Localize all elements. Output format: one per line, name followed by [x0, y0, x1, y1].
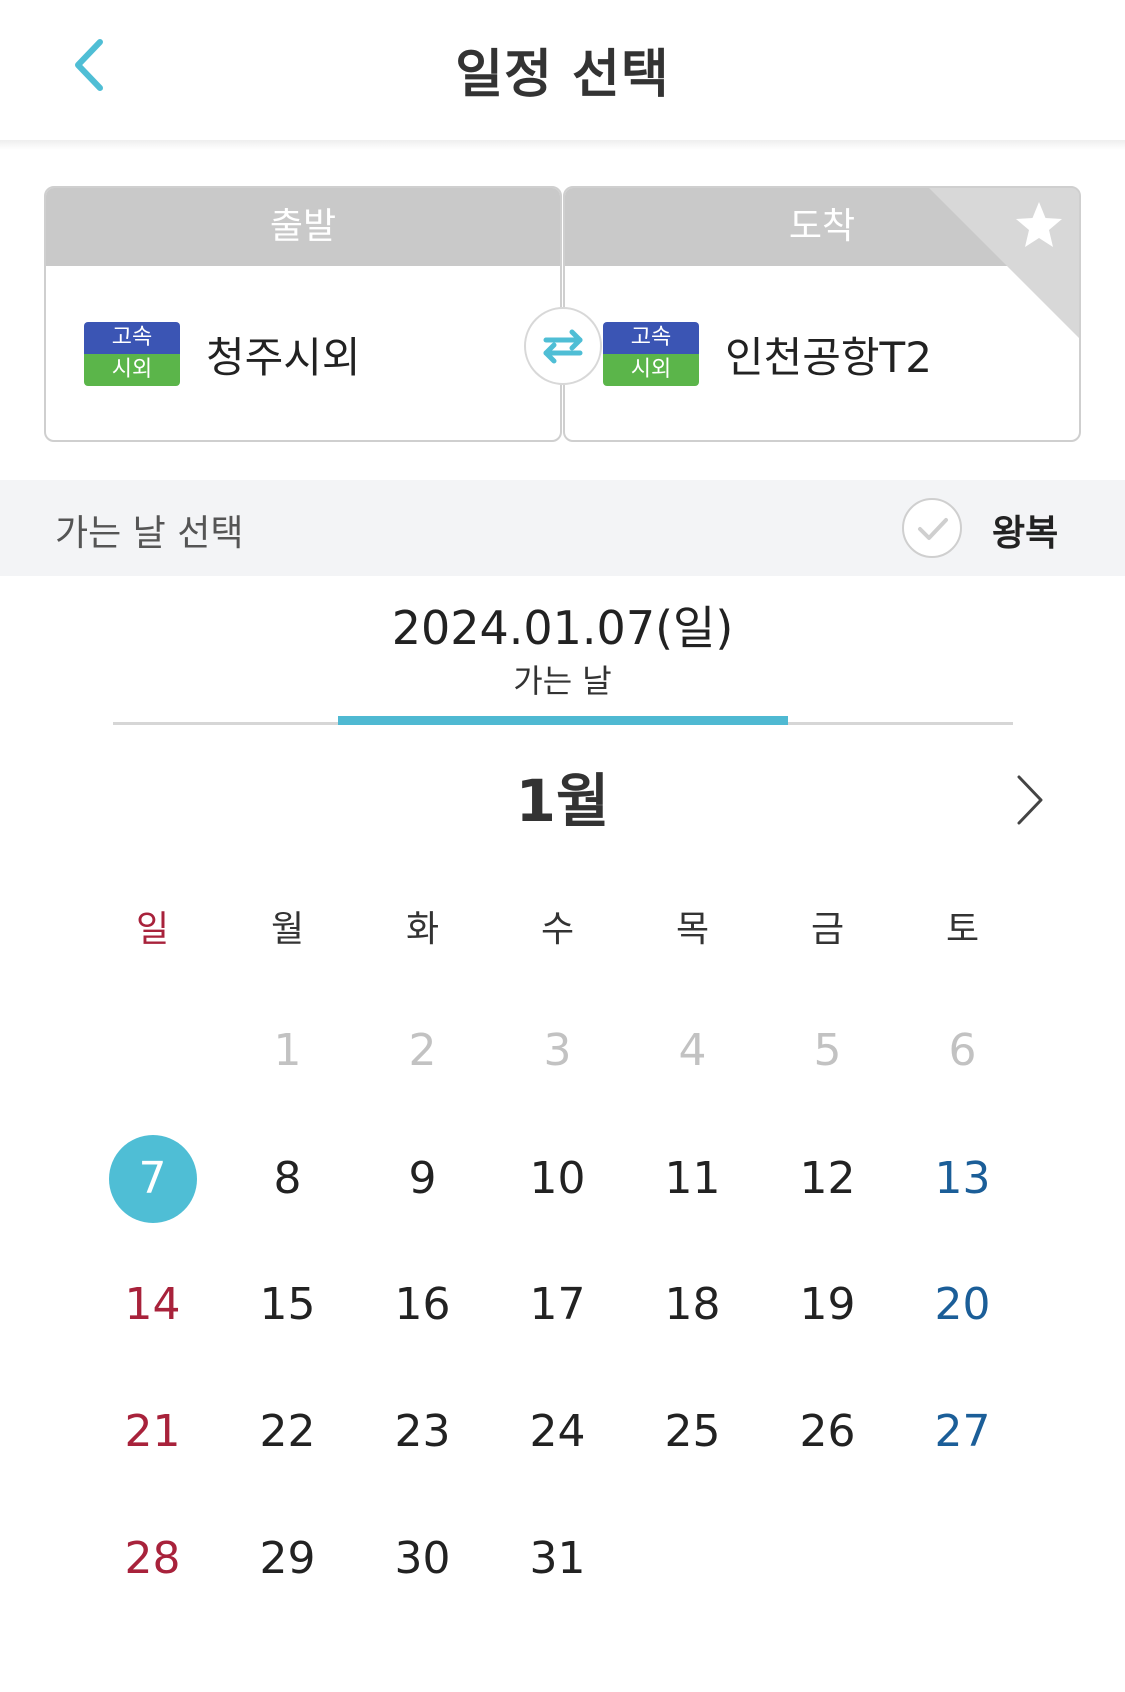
calendar-day[interactable]: 30 — [355, 1514, 490, 1604]
badge-intercity-label: 시외 — [603, 354, 699, 386]
badge-express-label: 고속 — [84, 322, 180, 354]
section-label: 가는 날 선택 — [55, 513, 244, 554]
calendar-day[interactable]: 20 — [895, 1260, 1030, 1350]
calendar-day[interactable]: 27 — [895, 1387, 1030, 1477]
weekday-sun: 일 — [135, 909, 170, 950]
selected-date-caption: 가는 날 — [513, 662, 612, 700]
swap-route-button[interactable] — [524, 307, 602, 385]
calendar-day[interactable]: 23 — [355, 1387, 490, 1477]
round-trip-label[interactable]: 왕복 — [992, 504, 1058, 556]
departure-type-badge: 고속 시외 — [84, 322, 180, 386]
calendar-day[interactable]: 24 — [490, 1387, 625, 1477]
arrival-type-badge: 고속 시외 — [603, 322, 699, 386]
weekday-mon: 월 — [270, 909, 305, 950]
star-icon[interactable] — [1011, 198, 1067, 254]
weekday-thu: 목 — [675, 909, 710, 950]
calendar-day[interactable]: 25 — [625, 1387, 760, 1477]
arrival-terminal: 인천공항T2 — [725, 333, 932, 382]
round-trip-checkbox[interactable] — [902, 498, 962, 558]
calendar-day[interactable]: 12 — [760, 1134, 895, 1224]
top-app-bar: 일정 선택 — [0, 0, 1125, 140]
weekday-sat: 토 — [945, 909, 980, 950]
calendar-day[interactable]: 21 — [85, 1387, 220, 1477]
weekday-wed: 수 — [540, 909, 575, 950]
month-title: 1월 — [515, 767, 610, 835]
calendar-day: 5 — [813, 1025, 842, 1076]
weekday-fri: 금 — [810, 909, 845, 950]
date-tab-indicator — [338, 716, 788, 725]
calendar-day-selected[interactable]: 7 — [85, 1134, 220, 1224]
calendar-day[interactable]: 10 — [490, 1134, 625, 1224]
calendar-day[interactable]: 31 — [490, 1514, 625, 1604]
calendar-day[interactable]: 22 — [220, 1387, 355, 1477]
calendar-day[interactable]: 19 — [760, 1260, 895, 1350]
calendar-day: 1 — [273, 1025, 302, 1076]
next-month-button[interactable] — [1005, 765, 1055, 835]
calendar-day: 2 — [408, 1025, 437, 1076]
departure-card[interactable]: 출발 고속 시외 청주시외 — [44, 186, 562, 442]
swap-arrows-icon — [543, 329, 583, 364]
calendar-day: 3 — [543, 1025, 572, 1076]
page-title: 일정 선택 — [455, 45, 670, 105]
calendar-day: 4 — [678, 1025, 707, 1076]
check-icon — [918, 518, 948, 540]
chevron-right-icon — [1017, 775, 1043, 825]
calendar-day[interactable]: 26 — [760, 1387, 895, 1477]
weekday-tue: 화 — [405, 909, 440, 950]
calendar-day[interactable]: 28 — [85, 1514, 220, 1604]
calendar-day[interactable]: 17 — [490, 1260, 625, 1350]
calendar-day[interactable]: 15 — [220, 1260, 355, 1350]
calendar-day[interactable]: 13 — [895, 1134, 1030, 1224]
header-divider — [0, 140, 1125, 150]
calendar-day[interactable]: 9 — [355, 1134, 490, 1224]
calendar-day[interactable]: 8 — [220, 1134, 355, 1224]
selected-date: 2024.01.07(일) — [391, 601, 734, 655]
calendar-day[interactable]: 29 — [220, 1514, 355, 1604]
calendar-day[interactable]: 14 — [85, 1260, 220, 1350]
badge-express-label: 고속 — [603, 322, 699, 354]
departure-label: 출발 — [46, 188, 560, 266]
calendar-day: 6 — [948, 1025, 977, 1076]
calendar-day[interactable]: 18 — [625, 1260, 760, 1350]
badge-intercity-label: 시외 — [84, 354, 180, 386]
calendar-day[interactable]: 11 — [625, 1134, 760, 1224]
departure-terminal: 청주시외 — [206, 333, 361, 382]
date-selection-bar: 가는 날 선택 왕복 — [0, 480, 1125, 576]
calendar-day[interactable]: 16 — [355, 1260, 490, 1350]
arrival-card[interactable]: 도착 고속 시외 인천공항T2 — [563, 186, 1081, 442]
